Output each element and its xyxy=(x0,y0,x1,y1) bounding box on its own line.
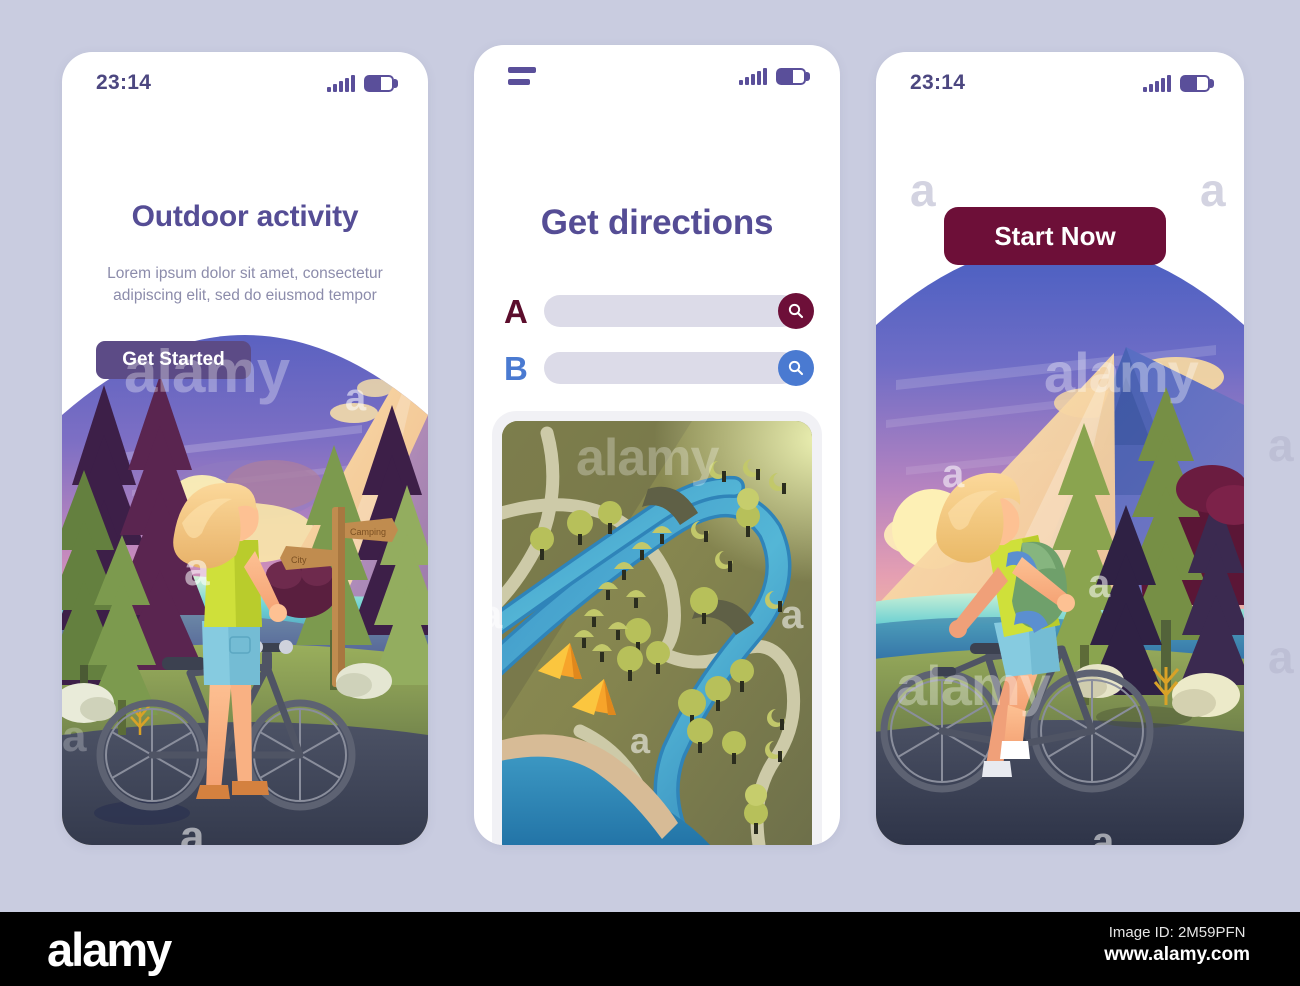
route-point-label-a: A xyxy=(504,292,528,330)
signal-bars-icon xyxy=(739,67,767,85)
search-button-b[interactable] xyxy=(778,350,814,386)
route-field-row-a: A xyxy=(504,293,814,329)
stock-photo-canvas: 23:14 Outdoor activity Lorem ipsum dolor… xyxy=(0,0,1300,912)
signal-bars-icon xyxy=(1143,74,1171,92)
status-time: 23:14 xyxy=(96,71,152,94)
page-title: Get directions xyxy=(540,203,774,242)
route-field-row-b: B xyxy=(504,350,814,386)
route-origin-input[interactable] xyxy=(544,295,798,327)
phone-screen-outdoor-activity: 23:14 Outdoor activity Lorem ipsum dolor… xyxy=(62,52,428,845)
status-indicators xyxy=(327,74,398,92)
map-card xyxy=(492,411,822,845)
search-icon xyxy=(788,303,804,319)
page-title: Outdoor activity xyxy=(131,200,359,233)
signpost-label-city: City xyxy=(291,555,307,565)
battery-icon xyxy=(776,67,810,85)
search-button-a[interactable] xyxy=(778,293,814,329)
alamy-url: www.alamy.com xyxy=(1104,944,1250,965)
status-time: 23:14 xyxy=(910,71,966,94)
hamburger-menu-icon[interactable] xyxy=(508,67,536,85)
route-point-label-b: B xyxy=(504,349,528,387)
route-destination-input[interactable] xyxy=(544,352,798,384)
status-bar xyxy=(474,45,840,107)
phone-screen-get-directions: Get directions A B alamy a a a xyxy=(474,45,840,845)
watermark-letter: a xyxy=(1268,419,1294,471)
search-icon xyxy=(788,360,804,376)
map-viewport[interactable] xyxy=(502,421,812,845)
signpost-label-camping: Camping xyxy=(350,527,386,537)
status-indicators xyxy=(1143,74,1214,92)
alamy-logo: alamy xyxy=(47,923,172,976)
get-started-button[interactable]: Get Started xyxy=(96,341,251,379)
alamy-footer-bar: alamy Image ID: 2M59PFN www.alamy.com xyxy=(0,912,1300,986)
status-indicators xyxy=(739,67,810,85)
footer-meta: Image ID: 2M59PFN www.alamy.com xyxy=(1104,924,1250,966)
route-map-illustration xyxy=(502,421,812,845)
status-bar: 23:14 xyxy=(62,52,428,114)
battery-icon xyxy=(364,74,398,92)
battery-icon xyxy=(1180,74,1214,92)
start-now-button[interactable]: Start Now xyxy=(944,207,1166,265)
phone-screen-start-now: 23:14 Start Now alamy alamy a a a xyxy=(876,52,1244,845)
watermark-letter: a xyxy=(1268,631,1294,683)
illustration-cyclist-riding xyxy=(876,243,1244,845)
page-subtitle: Lorem ipsum dolor sit amet, consectetur … xyxy=(107,265,383,304)
status-bar: 23:14 xyxy=(876,52,1244,114)
signal-bars-icon xyxy=(327,74,355,92)
image-id-label: Image ID: 2M59PFN xyxy=(1108,924,1246,941)
